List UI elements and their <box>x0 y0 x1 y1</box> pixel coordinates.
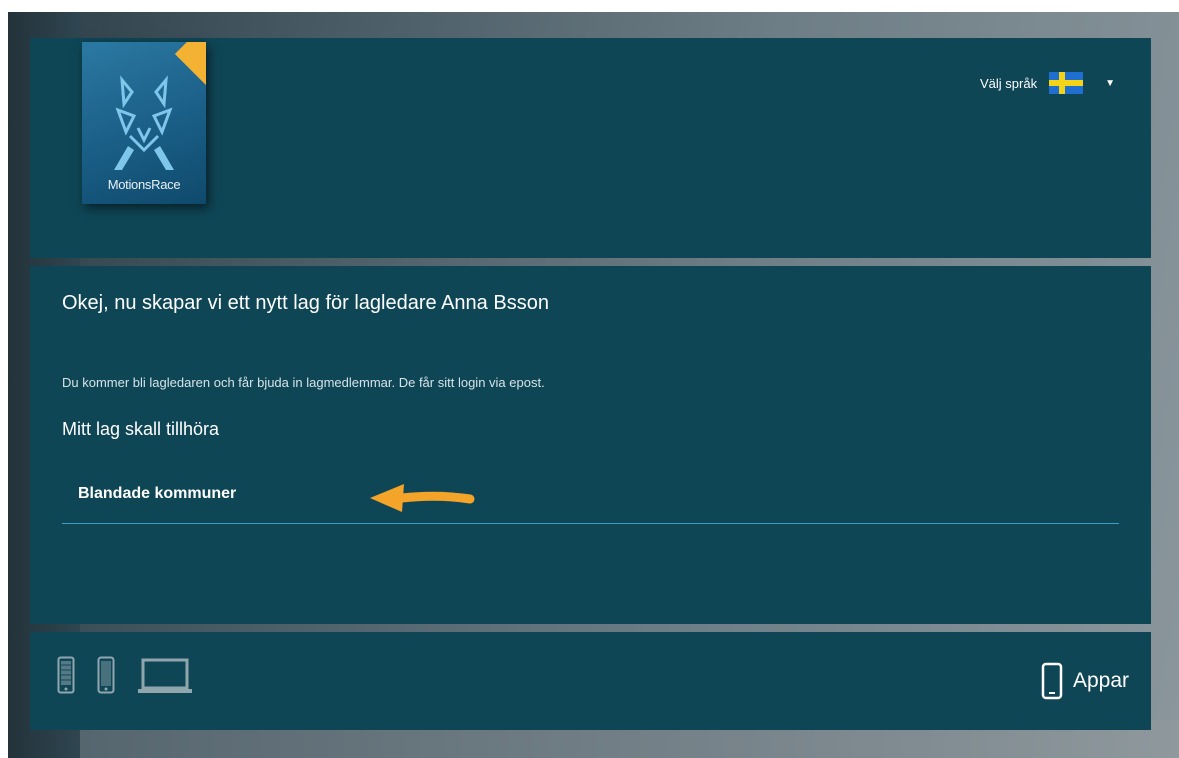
apps-link[interactable]: Appar <box>1041 662 1129 700</box>
sweden-flag-icon <box>1049 72 1084 94</box>
top-edge <box>0 0 1179 12</box>
page-title: Okej, nu skapar vi ett nytt lag för lagl… <box>62 292 549 314</box>
arrow-left-icon <box>370 484 475 512</box>
field-label: Mitt lag skall tillhöra <box>62 419 220 439</box>
device-icons <box>57 656 193 694</box>
header-panel: MotionsRace Välj språk ▼ <box>30 38 1151 258</box>
content-panel: Okej, nu skapar vi ett nytt lag för lagl… <box>30 266 1151 624</box>
motionsrace-logo[interactable]: MotionsRace <box>82 42 206 204</box>
phone-outline-icon <box>1041 662 1063 700</box>
team-affiliation-select[interactable]: Blandade kommuner <box>62 476 1119 524</box>
selected-value: Blandade kommuner <box>78 485 237 502</box>
apps-label: Appar <box>1072 669 1129 692</box>
left-edge <box>0 0 8 758</box>
info-text: Du kommer bli lagledaren och får bjuda i… <box>62 375 545 390</box>
tablet-icon[interactable] <box>57 656 75 694</box>
footer-panel: Appar <box>30 632 1151 730</box>
phone-icon[interactable] <box>97 656 115 694</box>
logo-mark-icon <box>114 75 174 170</box>
language-selector[interactable]: Välj språk ▼ <box>980 72 1115 94</box>
chevron-down-icon[interactable]: ▼ <box>1105 78 1115 89</box>
logo-text: MotionsRace <box>107 177 181 192</box>
laptop-icon[interactable] <box>137 658 193 694</box>
language-label: Välj språk <box>980 75 1038 91</box>
